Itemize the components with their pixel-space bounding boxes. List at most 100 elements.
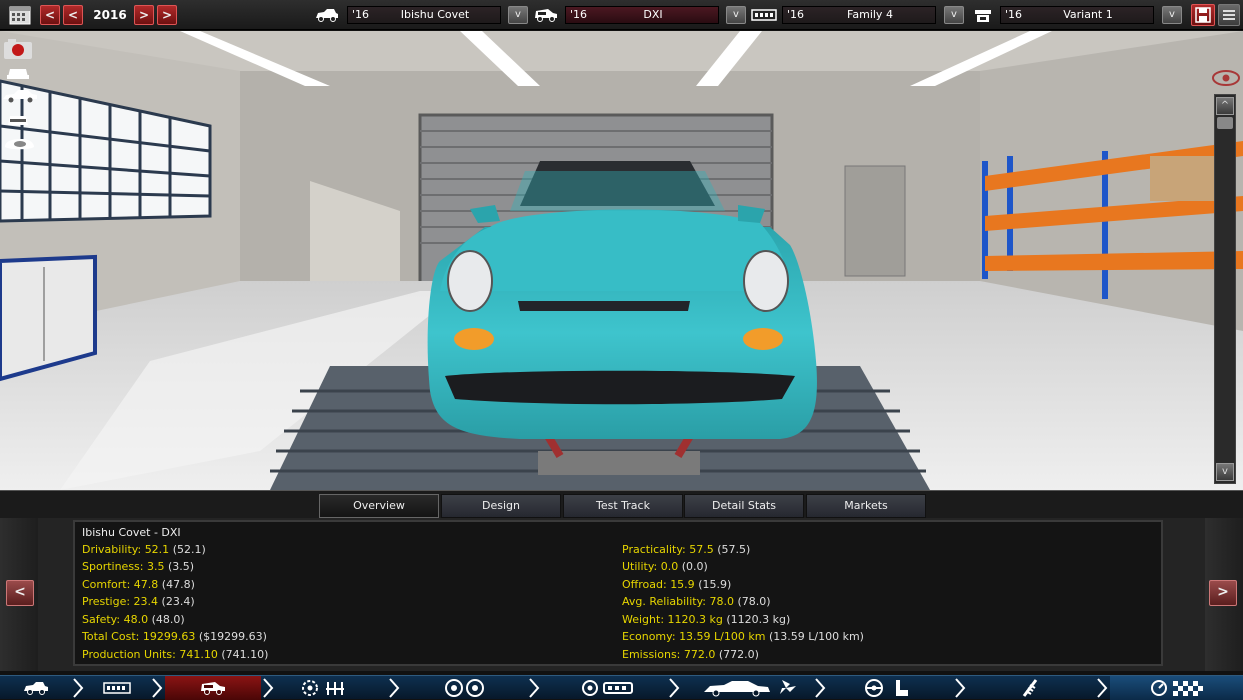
year-display: 2016: [93, 8, 127, 22]
stat-value: 772.0: [683, 648, 716, 661]
save-icon[interactable]: [1191, 4, 1215, 26]
tab-overview[interactable]: Overview: [319, 494, 439, 518]
stat-label: Emissions:: [622, 648, 681, 661]
nav-separator-icon: [955, 678, 966, 698]
trim-selector[interactable]: '16 DXI: [565, 6, 719, 24]
stat-label: Comfort:: [82, 578, 131, 591]
stat-value: 19299.63: [142, 630, 196, 643]
left-sidebar: <: [0, 518, 38, 671]
brakes-nav-icon[interactable]: [568, 676, 648, 700]
car-title: Ibishu Covet - DXI: [82, 526, 181, 539]
nav-separator-icon: [669, 678, 680, 698]
engine-variant-icon: [970, 6, 996, 24]
finish-nav-icon[interactable]: [1110, 676, 1243, 700]
menu-icon[interactable]: [1218, 4, 1240, 26]
engine-variant-selector[interactable]: '16 Variant 1: [1000, 6, 1154, 24]
tab-design[interactable]: Design: [441, 494, 561, 518]
stat-base-value: (47.8): [161, 578, 195, 591]
tab-test-track[interactable]: Test Track: [563, 494, 683, 518]
nav-separator-icon: [815, 678, 826, 698]
model-dropdown-button[interactable]: v: [508, 6, 528, 24]
tab-bar: Overview Design Test Track Detail Stats …: [0, 490, 1243, 518]
stat-value: 15.9: [670, 578, 695, 591]
car-model-icon: [314, 6, 340, 24]
stat-emissions: Emissions: 772.0 (772.0): [622, 648, 759, 661]
stat-avg-reliability: Avg. Reliability: 78.0 (78.0): [622, 595, 771, 608]
body-aero-nav-icon[interactable]: [695, 676, 805, 700]
stat-practicality: Practicality: 57.5 (57.5): [622, 543, 750, 556]
engine-nav-icon[interactable]: [290, 676, 360, 700]
car-model-nav-icon[interactable]: [0, 676, 72, 700]
engine-variant-year: '16: [1005, 8, 1023, 21]
nav-separator-icon: [529, 678, 540, 698]
trim-icon: [533, 6, 559, 24]
stat-label: Sportiness:: [82, 560, 144, 573]
stat-base-value: (52.1): [172, 543, 206, 556]
stat-value: 52.1: [144, 543, 170, 556]
model-name: Ibishu Covet: [400, 8, 470, 21]
suspension-nav-icon[interactable]: [990, 676, 1070, 700]
stat-economy: Economy: 13.59 L/100 km (13.59 L/100 km): [622, 630, 864, 643]
eye-icon[interactable]: [1211, 69, 1241, 87]
stat-safety: Safety: 48.0 (48.0): [82, 613, 185, 626]
engine-variant-name: Variant 1: [1063, 8, 1113, 21]
model-selector[interactable]: '16 Ibishu Covet: [347, 6, 501, 24]
engine-family-year: '16: [787, 8, 805, 21]
scroll-up-button[interactable]: ^: [1216, 97, 1234, 115]
engine-family-name: Family 4: [847, 8, 893, 21]
stat-label: Utility:: [622, 560, 658, 573]
car-top-icon[interactable]: [0, 135, 36, 155]
garage-scene: [0, 31, 1243, 490]
stat-base-value: (78.0): [737, 595, 771, 608]
stat-value: 47.8: [133, 578, 159, 591]
stat-base-value: (772.0): [718, 648, 759, 661]
camera-icon[interactable]: [0, 37, 36, 59]
chassis-nav-icon[interactable]: [85, 676, 149, 700]
stat-value: 23.4: [133, 595, 159, 608]
trim-nav-icon[interactable]: [165, 676, 261, 700]
trim-dropdown-button[interactable]: v: [726, 6, 746, 24]
year-forward-button[interactable]: >: [134, 5, 154, 25]
year-back-button[interactable]: <: [63, 5, 83, 25]
stat-prestige: Prestige: 23.4 (23.4): [82, 595, 195, 608]
calendar-icon[interactable]: [9, 5, 31, 25]
engine-family-selector[interactable]: '16 Family 4: [782, 6, 936, 24]
engine-family-dropdown-button[interactable]: v: [944, 6, 964, 24]
trim-year: '16: [570, 8, 588, 21]
top-bar: < < 2016 > > '16 Ibishu Covet v '16 DXI …: [0, 0, 1243, 30]
year-forward-fast-button[interactable]: >: [157, 5, 177, 25]
stat-total-cost: Total Cost: 19299.63 ($19299.63): [82, 630, 267, 643]
tab-markets[interactable]: Markets: [806, 494, 926, 518]
stat-production-units: Production Units: 741.10 (741.10): [82, 648, 268, 661]
previous-button[interactable]: <: [6, 580, 34, 606]
stat-label: Production Units:: [82, 648, 176, 661]
car-viewport[interactable]: ^ v: [0, 31, 1243, 490]
scroll-thumb[interactable]: [1217, 117, 1233, 129]
wheels-nav-icon[interactable]: [430, 676, 500, 700]
stat-base-value: (48.0): [151, 613, 185, 626]
stat-weight: Weight: 1120.3 kg (1120.3 kg): [622, 613, 790, 626]
stat-label: Avg. Reliability:: [622, 595, 707, 608]
stat-base-value: (741.10): [221, 648, 269, 661]
tab-detail-stats[interactable]: Detail Stats: [684, 494, 804, 518]
stat-base-value: (23.4): [161, 595, 195, 608]
stat-value: 48.0: [123, 613, 149, 626]
engine-variant-dropdown-button[interactable]: v: [1162, 6, 1182, 24]
view-scrollbar[interactable]: ^ v: [1214, 94, 1236, 484]
nav-separator-icon: [152, 678, 163, 698]
stat-label: Practicality:: [622, 543, 686, 556]
stat-label: Weight:: [622, 613, 665, 626]
car-side-icon[interactable]: [0, 87, 37, 107]
stat-value: 57.5: [689, 543, 714, 556]
scroll-down-button[interactable]: v: [1216, 463, 1234, 481]
nav-separator-icon: [1097, 678, 1108, 698]
bottom-nav: [0, 675, 1243, 700]
interior-nav-icon[interactable]: [848, 676, 928, 700]
car-rear-icon[interactable]: [0, 111, 36, 131]
stat-value: 0.0: [660, 560, 679, 573]
next-button[interactable]: >: [1209, 580, 1237, 606]
stat-base-value: (13.59 L/100 km): [768, 630, 864, 643]
year-back-fast-button[interactable]: <: [40, 5, 60, 25]
car-front-icon[interactable]: [0, 63, 36, 83]
stat-drivability: Drivability: 52.1 (52.1): [82, 543, 206, 556]
